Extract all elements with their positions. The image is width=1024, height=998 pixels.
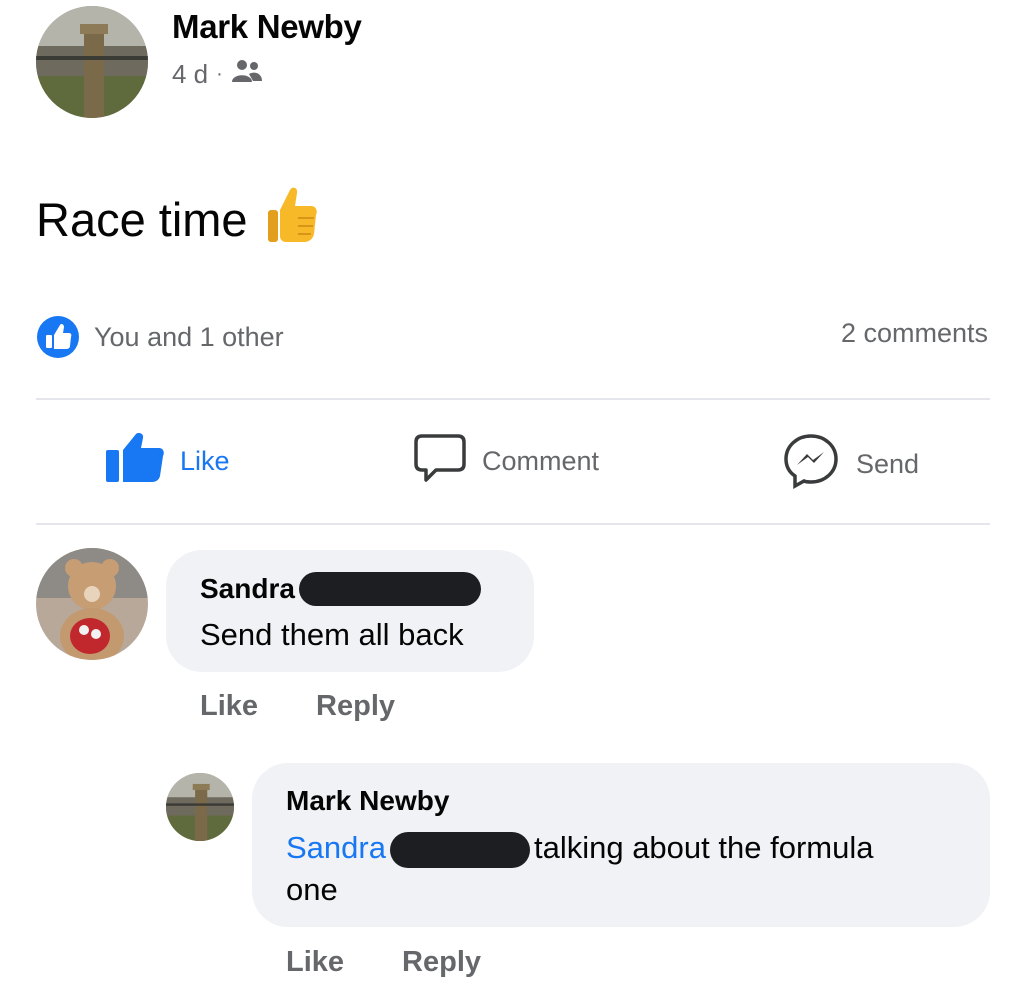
reactions-text: You and 1 other: [94, 321, 284, 352]
messenger-icon: [782, 432, 840, 497]
post-meta: 4 d ·: [172, 58, 263, 91]
post-author-name[interactable]: Mark Newby: [172, 8, 362, 46]
reply-author-avatar[interactable]: [166, 773, 234, 841]
reply-text: talking about the formula: [533, 830, 874, 865]
reply-author-name[interactable]: Mark Newby: [286, 785, 449, 817]
comment-label: Comment: [482, 446, 600, 476]
redaction-bar: [389, 831, 530, 868]
comments-count[interactable]: 2 comments: [841, 318, 988, 349]
reply-text-line2: one: [286, 872, 338, 907]
meta-separator: ·: [216, 63, 223, 85]
divider-top: [36, 398, 990, 400]
like-button[interactable]: Like: [106, 432, 230, 491]
comment-button[interactable]: Comment: [414, 432, 599, 491]
comment-like-button[interactable]: Like: [200, 690, 258, 723]
comment-reply-button[interactable]: Reply: [316, 690, 395, 723]
post-text-content: Race time: [36, 193, 248, 246]
reply-reply-button[interactable]: Reply: [402, 946, 481, 979]
comment-actions-1: Like Reply: [200, 690, 395, 723]
comment-bubble-2: Mark Newby Sandra talking about the formu…: [252, 763, 990, 927]
like-label: Like: [180, 446, 230, 476]
like-badge-icon: [36, 315, 80, 359]
comment-author-row: Sandra: [200, 572, 481, 606]
commenter-avatar-sandra[interactable]: [36, 548, 148, 660]
post-text: Race time: [36, 184, 318, 255]
post-author-avatar[interactable]: [36, 6, 148, 118]
redaction-bar: [298, 572, 481, 606]
comment-icon: [414, 432, 466, 491]
comment-bubble-1: Sandra Send them all back: [166, 550, 534, 672]
comment-author-name[interactable]: Sandra: [200, 573, 295, 605]
post-time[interactable]: 4 d: [172, 59, 208, 90]
reactions-summary[interactable]: You and 1 other: [36, 315, 284, 359]
mention-link[interactable]: Sandra: [286, 830, 386, 865]
divider-bottom: [36, 523, 990, 525]
like-icon: [106, 432, 164, 491]
reply-text-line1: Sandra talking about the formula: [286, 827, 873, 869]
friends-icon[interactable]: [231, 58, 263, 91]
comment-text: Send them all back: [200, 617, 464, 652]
comment-actions-2: Like Reply: [286, 946, 481, 979]
send-label: Send: [856, 449, 920, 479]
reply-like-button[interactable]: Like: [286, 946, 344, 979]
send-button[interactable]: Send: [782, 432, 919, 497]
thumbs-up-emoji-icon: [266, 184, 318, 255]
